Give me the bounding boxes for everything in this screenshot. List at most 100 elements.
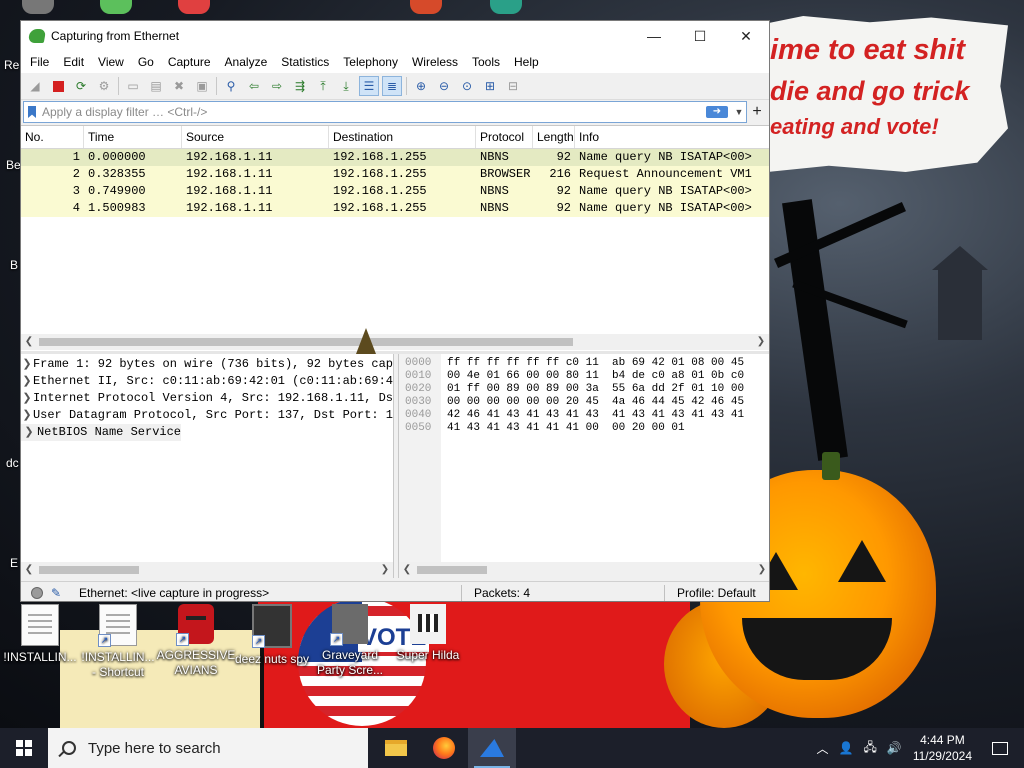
start-button[interactable]: [0, 728, 48, 768]
menu-help[interactable]: Help: [507, 51, 546, 73]
column-header-info[interactable]: Info: [575, 126, 769, 148]
menu-capture[interactable]: Capture: [161, 51, 218, 73]
title-bar[interactable]: Capturing from Ethernet — ☐ ✕: [21, 21, 769, 51]
menu-view[interactable]: View: [91, 51, 131, 73]
zoom-in-icon[interactable]: ⊕: [411, 76, 431, 96]
expert-info-icon[interactable]: [31, 586, 43, 599]
packet-row[interactable]: 1 0.000000 192.168.1.11 192.168.1.255 NB…: [21, 149, 769, 166]
bookmark-icon[interactable]: [28, 106, 36, 118]
display-filter-input[interactable]: [42, 105, 706, 119]
expand-chevron-icon[interactable]: ❯: [21, 390, 33, 407]
desktop-top-icon[interactable]: [490, 0, 522, 14]
packet-row[interactable]: 3 0.749900 192.168.1.11 192.168.1.255 NB…: [21, 183, 769, 200]
open-file-icon[interactable]: ▭: [123, 76, 143, 96]
status-profile[interactable]: Profile: Default: [665, 586, 756, 600]
taskbar-search-box[interactable]: Type here to search: [48, 728, 368, 768]
close-file-icon[interactable]: ✖: [169, 76, 189, 96]
desktop-icon-super-hilda[interactable]: Super Hilda: [388, 604, 468, 663]
first-packet-icon[interactable]: ⤒: [313, 76, 333, 96]
menu-statistics[interactable]: Statistics: [274, 51, 336, 73]
scroll-right-icon[interactable]: ❯: [754, 562, 769, 578]
go-back-icon[interactable]: ⇦: [244, 76, 264, 96]
close-button[interactable]: ✕: [723, 21, 769, 51]
details-scrollbar[interactable]: ❮ ❯: [21, 562, 393, 578]
go-forward-icon[interactable]: ⇨: [267, 76, 287, 96]
bytes-scrollbar[interactable]: ❮ ❯: [399, 562, 769, 578]
menu-tools[interactable]: Tools: [465, 51, 507, 73]
desktop-icon-graveyard-party[interactable]: ↗ Graveyard Party Scre...: [310, 604, 390, 678]
hex-row[interactable]: 0030 00 00 00 00 00 00 20 45 4a 46 44 45 …: [399, 396, 744, 409]
column-header-time[interactable]: Time: [84, 126, 182, 148]
detail-tree-item[interactable]: ❯ Internet Protocol Version 4, Src: 192.1…: [21, 390, 393, 407]
desktop-icon-deez-nuts-spy[interactable]: ↗ deez nuts spy: [232, 604, 312, 667]
menu-analyze[interactable]: Analyze: [218, 51, 275, 73]
scrollbar-thumb[interactable]: [417, 566, 487, 574]
column-header-no[interactable]: No.: [21, 126, 84, 148]
minimize-button[interactable]: —: [631, 21, 677, 51]
column-header-destination[interactable]: Destination: [329, 126, 476, 148]
capture-comment-icon[interactable]: ✎: [51, 586, 65, 600]
scroll-left-icon[interactable]: ❮: [399, 562, 415, 578]
taskbar-firefox[interactable]: [420, 728, 468, 768]
menu-wireless[interactable]: Wireless: [405, 51, 465, 73]
filter-dropdown-icon[interactable]: ▼: [732, 107, 746, 117]
desktop-top-icon[interactable]: [410, 0, 442, 14]
column-header-length[interactable]: Length: [533, 126, 575, 148]
column-header-protocol[interactable]: Protocol: [476, 126, 533, 148]
restart-capture-icon[interactable]: ⟳: [71, 76, 91, 96]
zoom-out-icon[interactable]: ⊖: [434, 76, 454, 96]
hex-row[interactable]: 0050 41 43 41 43 41 41 41 00 00 20 00 01: [399, 422, 685, 435]
expand-chevron-icon[interactable]: ❯: [21, 373, 33, 390]
save-file-icon[interactable]: ▤: [146, 76, 166, 96]
scroll-left-icon[interactable]: ❮: [21, 562, 37, 578]
go-to-packet-icon[interactable]: ⇶: [290, 76, 310, 96]
volume-icon[interactable]: 🔊: [887, 741, 902, 755]
hex-row[interactable]: 0010 00 4e 01 66 00 00 80 11 b4 de c0 a8 …: [399, 370, 744, 383]
menu-go[interactable]: Go: [131, 51, 161, 73]
detail-tree-item[interactable]: ❯ User Datagram Protocol, Src Port: 137, …: [21, 407, 393, 424]
expand-chevron-icon[interactable]: ❯: [21, 407, 33, 424]
resize-columns-icon[interactable]: ⊞: [480, 76, 500, 96]
last-packet-icon[interactable]: ⤓: [336, 76, 356, 96]
add-filter-button[interactable]: +: [747, 103, 767, 121]
packet-row[interactable]: 2 0.328355 192.168.1.11 192.168.1.255 BR…: [21, 166, 769, 183]
column-header-source[interactable]: Source: [182, 126, 329, 148]
menu-file[interactable]: File: [23, 51, 56, 73]
hex-row[interactable]: 0020 01 ff 00 89 00 89 00 3a 55 6a dd 2f …: [399, 383, 744, 396]
notification-icon[interactable]: [992, 741, 1008, 755]
people-icon[interactable]: 👤: [839, 741, 854, 755]
stop-capture-icon[interactable]: [48, 76, 68, 96]
find-packet-icon[interactable]: ⚲: [221, 76, 241, 96]
capture-options-icon[interactable]: ⚙: [94, 76, 114, 96]
start-capture-icon[interactable]: ◢: [25, 76, 45, 96]
maximize-button[interactable]: ☐: [677, 21, 723, 51]
scroll-right-icon[interactable]: ❯: [377, 562, 393, 578]
detail-tree-item[interactable]: ❯ NetBIOS Name Service: [21, 424, 181, 441]
scrollbar-thumb[interactable]: [39, 338, 573, 346]
expand-chevron-icon[interactable]: ❯: [21, 356, 33, 373]
scroll-left-icon[interactable]: ❮: [21, 334, 37, 350]
desktop-icon-installer[interactable]: !INSTALLIN...: [0, 604, 80, 665]
layout-icon[interactable]: ⊟: [503, 76, 523, 96]
hex-row[interactable]: 0040 42 46 41 43 41 43 41 43 41 43 41 43 …: [399, 409, 744, 422]
desktop-top-icon[interactable]: [22, 0, 54, 14]
packet-row[interactable]: 4 1.500983 192.168.1.11 192.168.1.255 NB…: [21, 200, 769, 217]
network-icon[interactable]: 🖧: [863, 738, 876, 759]
detail-tree-item[interactable]: ❯ Ethernet II, Src: c0:11:ab:69:42:01 (c0…: [21, 373, 393, 390]
scrollbar-thumb[interactable]: [39, 566, 139, 574]
taskbar-file-explorer[interactable]: [372, 728, 420, 768]
desktop-top-icon[interactable]: [100, 0, 132, 14]
autoscroll-icon[interactable]: ☰: [359, 76, 379, 96]
menu-telephony[interactable]: Telephony: [336, 51, 405, 73]
clock[interactable]: 4:44 PM 11/29/2024: [913, 732, 972, 764]
apply-filter-arrow-icon[interactable]: ➜: [706, 106, 728, 118]
scroll-right-icon[interactable]: ❯: [753, 334, 769, 350]
normal-size-icon[interactable]: ⊙: [457, 76, 477, 96]
taskbar-wireshark[interactable]: [468, 728, 516, 768]
desktop-top-icon[interactable]: [178, 0, 210, 14]
desktop-icon-installer-shortcut[interactable]: ↗ !INSTALLIN... - Shortcut: [78, 604, 158, 680]
menu-edit[interactable]: Edit: [56, 51, 91, 73]
detail-tree-item[interactable]: ❯ Frame 1: 92 bytes on wire (736 bits), 9…: [21, 356, 393, 373]
hex-row[interactable]: 0000 ff ff ff ff ff ff c0 11 ab 69 42 01 …: [399, 357, 744, 370]
desktop-icon-aggressive-avians[interactable]: ↗ AGGRESSIVE AVIANS: [156, 604, 236, 678]
